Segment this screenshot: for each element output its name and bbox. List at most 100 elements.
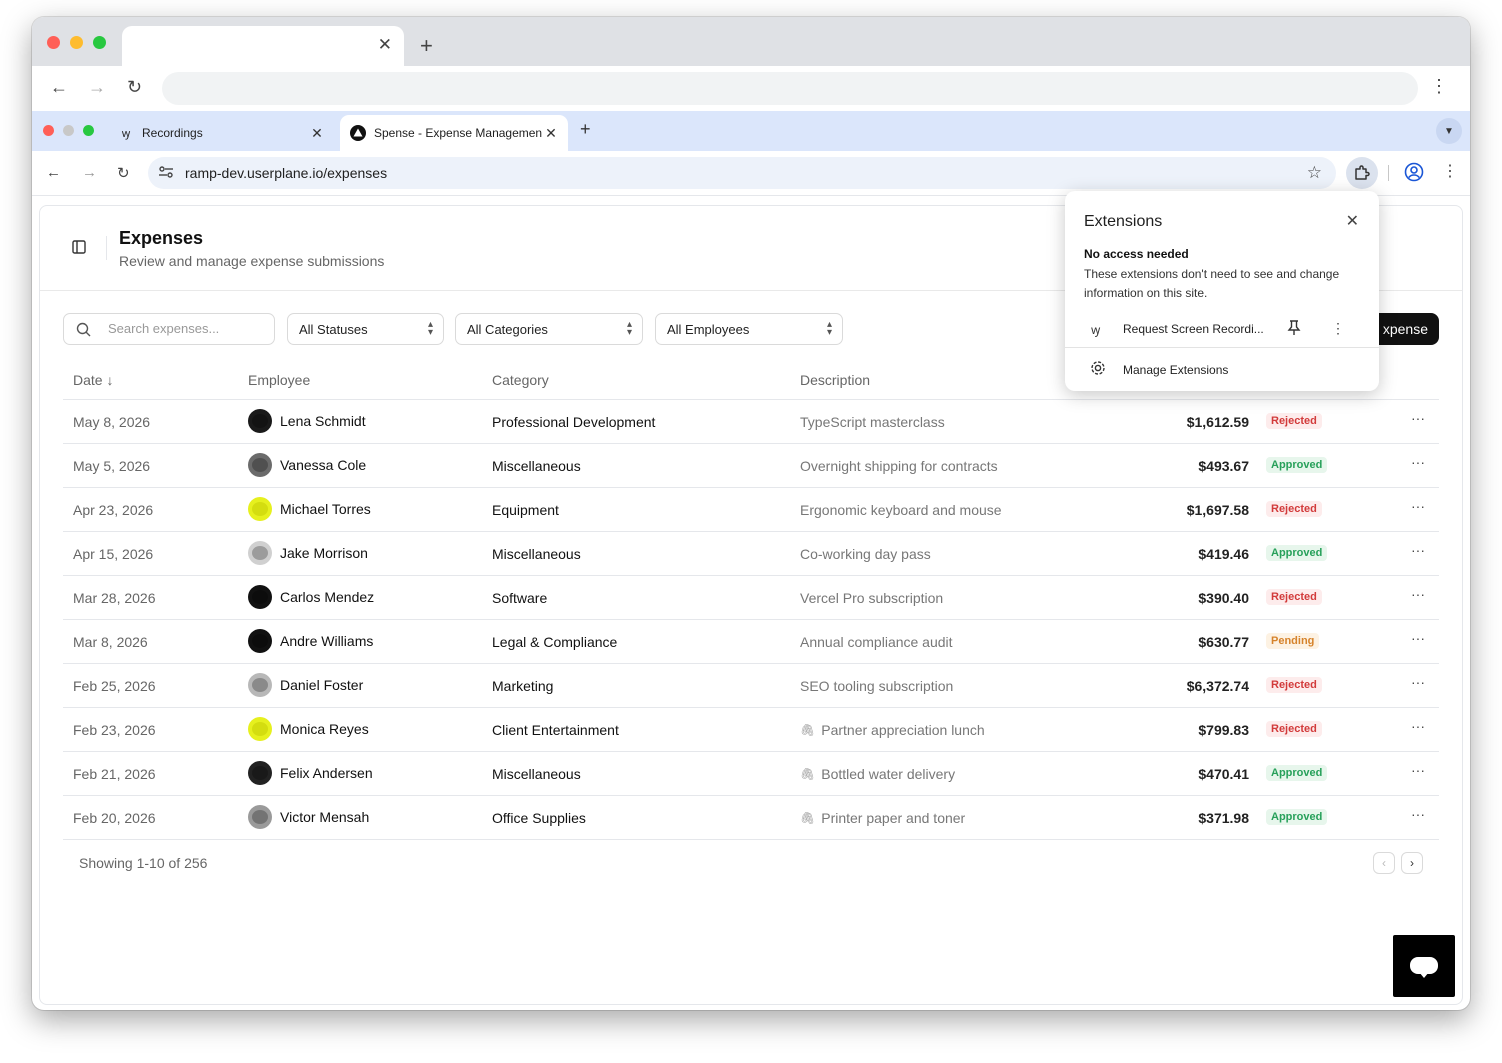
expense-description: Partner appreciation lunch xyxy=(821,722,985,738)
employee-filter-value: All Employees xyxy=(667,321,750,337)
outer-menu-icon[interactable]: ⋮ xyxy=(1430,76,1448,97)
expense-description: TypeScript masterclass xyxy=(800,414,945,430)
search-box[interactable] xyxy=(63,313,275,345)
sidebar-toggle-icon[interactable] xyxy=(72,240,86,259)
employee-name: Carlos Mendez xyxy=(280,589,375,605)
description-cell: Overnight shipping for contracts xyxy=(800,458,998,474)
table-row[interactable]: May 8, 2026 Lena Schmidt Professional Deve… xyxy=(63,400,1439,444)
bookmark-star-icon[interactable]: ☆ xyxy=(1307,163,1322,183)
table-row[interactable]: Apr 15, 2026 Jake Morrison Miscellaneous Co… xyxy=(63,532,1439,576)
status-badge: Approved xyxy=(1266,545,1328,561)
close-tab-icon[interactable]: ✕ xyxy=(542,125,560,142)
tab-search-chevron-icon[interactable]: ▼ xyxy=(1436,118,1462,144)
page-title: Expenses xyxy=(119,228,204,248)
forward-button[interactable]: → xyxy=(82,164,97,181)
search-input[interactable] xyxy=(108,321,258,336)
reload-button[interactable]: ↻ xyxy=(117,164,130,182)
new-tab-button[interactable]: + xyxy=(420,33,433,59)
table-row[interactable]: Feb 21, 2026 Felix Andersen Miscellaneous 🖇… xyxy=(63,752,1439,796)
extension-item[interactable]: ꝡ Request Screen Recordi... ⋮ xyxy=(1065,312,1379,348)
profile-icon[interactable] xyxy=(1404,162,1424,187)
expense-date: Feb 21, 2026 xyxy=(73,766,156,782)
expense-category: Professional Development xyxy=(492,414,656,430)
outer-tab[interactable]: ✕ xyxy=(122,26,404,66)
status-filter-select[interactable]: All Statuses ▴ ▾ xyxy=(287,313,444,345)
employee-name: Felix Andersen xyxy=(280,765,373,781)
chevron-updown-icon: ▴ ▾ xyxy=(626,319,632,338)
back-button[interactable]: ← xyxy=(46,164,61,181)
table-row[interactable]: Feb 20, 2026 Victor Mensah Office Supplies… xyxy=(63,796,1439,840)
row-actions-icon[interactable]: ··· xyxy=(1411,718,1425,734)
expense-amount: $630.77 xyxy=(1198,634,1249,650)
row-actions-icon[interactable]: ··· xyxy=(1411,806,1425,822)
category-filter-select[interactable]: All Categories ▴ ▾ xyxy=(455,313,643,345)
tab-recordings[interactable]: ꝡ Recordings ✕ xyxy=(108,115,334,151)
row-actions-icon[interactable]: ··· xyxy=(1411,498,1425,514)
browser-menu-icon[interactable]: ⋮ xyxy=(1442,161,1458,181)
site-settings-icon[interactable] xyxy=(158,165,174,182)
outer-address-bar[interactable] xyxy=(162,72,1418,105)
chevron-updown-icon: ▴ ▾ xyxy=(427,319,433,338)
table-row[interactable]: Mar 28, 2026 Carlos Mendez Software Vercel … xyxy=(63,576,1439,620)
minimize-window-button[interactable] xyxy=(70,36,83,49)
inner-minimize-window-button[interactable] xyxy=(63,125,74,136)
tab-spense[interactable]: Spense - Expense Management ✕ xyxy=(340,115,568,151)
inner-maximize-window-button[interactable] xyxy=(83,125,94,136)
url-text[interactable]: ramp-dev.userplane.io/expenses xyxy=(185,165,387,181)
manage-extensions-item[interactable]: Manage Extensions xyxy=(1065,355,1379,385)
close-window-button[interactable] xyxy=(47,36,60,49)
extensions-section-description: These extensions don't need to see and c… xyxy=(1084,267,1340,300)
tab-title: Recordings xyxy=(142,126,203,140)
status-badge: Approved xyxy=(1266,809,1328,825)
row-actions-icon[interactable]: ··· xyxy=(1411,454,1425,470)
description-cell: Annual compliance audit xyxy=(800,634,953,650)
avatar xyxy=(248,629,272,653)
extensions-puzzle-icon[interactable] xyxy=(1346,157,1378,189)
status-filter-value: All Statuses xyxy=(299,321,368,337)
expense-date: May 5, 2026 xyxy=(73,458,151,474)
row-actions-icon[interactable]: ··· xyxy=(1411,586,1425,602)
reload-button[interactable]: ↻ xyxy=(127,77,142,98)
forward-button[interactable]: → xyxy=(88,77,106,98)
expenses-table: Date ↓ Employee Category Description May… xyxy=(63,362,1439,840)
close-icon[interactable]: ✕ xyxy=(1346,211,1359,231)
description-cell: 🖇 Partner appreciation lunch xyxy=(800,722,985,738)
extension-name[interactable]: Request Screen Recordi... xyxy=(1123,322,1271,336)
next-page-button[interactable]: › xyxy=(1401,852,1423,874)
table-row[interactable]: Feb 25, 2026 Daniel Foster Marketing SEO to… xyxy=(63,664,1439,708)
status-badge: Approved xyxy=(1266,457,1328,473)
expense-description: SEO tooling subscription xyxy=(800,678,954,694)
address-bar[interactable]: ramp-dev.userplane.io/expenses ☆ xyxy=(148,157,1336,189)
employee-cell: Daniel Foster xyxy=(248,673,363,697)
column-date[interactable]: Date ↓ xyxy=(73,372,113,388)
pin-icon[interactable] xyxy=(1287,320,1301,341)
table-row[interactable]: May 5, 2026 Vanessa Cole Miscellaneous Over… xyxy=(63,444,1439,488)
row-actions-icon[interactable]: ··· xyxy=(1411,410,1425,426)
row-actions-icon[interactable]: ··· xyxy=(1411,630,1425,646)
table-row[interactable]: Mar 8, 2026 Andre Williams Legal & Complia… xyxy=(63,620,1439,664)
column-description: Description xyxy=(800,372,871,388)
table-row[interactable]: Feb 23, 2026 Monica Reyes Client Entertain… xyxy=(63,708,1439,752)
row-actions-icon[interactable]: ··· xyxy=(1411,542,1425,558)
pagination-text: Showing 1-10 of 256 xyxy=(79,855,208,871)
prev-page-button[interactable]: ‹ xyxy=(1373,852,1395,874)
back-button[interactable]: ← xyxy=(50,77,68,98)
close-tab-icon[interactable]: ✕ xyxy=(378,35,392,55)
avatar xyxy=(248,541,272,565)
close-tab-icon[interactable]: ✕ xyxy=(308,125,326,142)
description-cell: SEO tooling subscription xyxy=(800,678,953,694)
employee-cell: Victor Mensah xyxy=(248,805,369,829)
expense-date: Apr 23, 2026 xyxy=(73,502,154,518)
extension-more-icon[interactable]: ⋮ xyxy=(1331,320,1345,337)
expense-category: Miscellaneous xyxy=(492,766,581,782)
inner-close-window-button[interactable] xyxy=(43,125,54,136)
new-tab-button[interactable]: + xyxy=(580,119,591,140)
maximize-window-button[interactable] xyxy=(93,36,106,49)
expense-amount: $371.98 xyxy=(1198,810,1249,826)
employee-name: Jake Morrison xyxy=(280,545,368,561)
row-actions-icon[interactable]: ··· xyxy=(1411,674,1425,690)
employee-filter-select[interactable]: All Employees ▴ ▾ xyxy=(655,313,843,345)
row-actions-icon[interactable]: ··· xyxy=(1411,762,1425,778)
table-row[interactable]: Apr 23, 2026 Michael Torres Equipment Ergon… xyxy=(63,488,1439,532)
chat-button[interactable] xyxy=(1393,935,1455,997)
